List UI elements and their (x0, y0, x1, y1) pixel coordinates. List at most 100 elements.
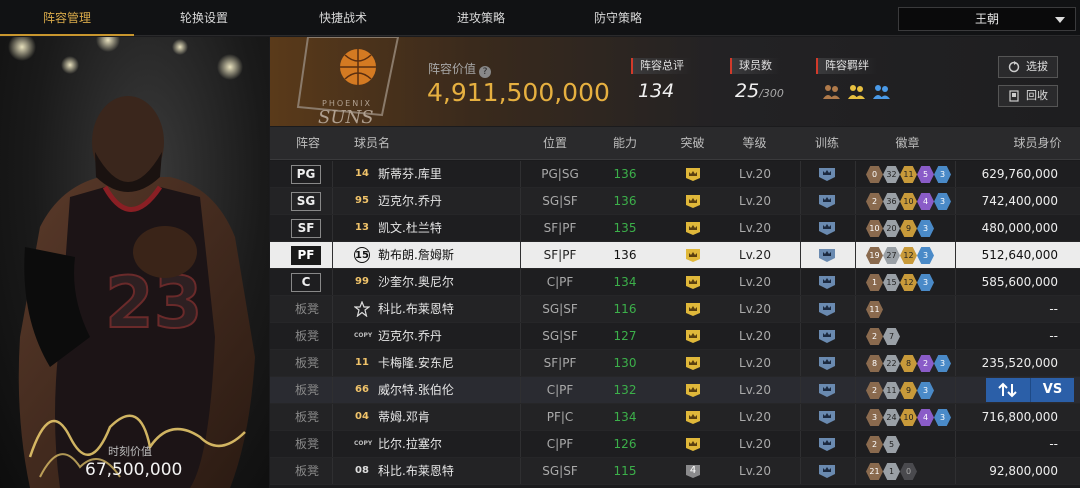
col-level[interactable]: 等级 (727, 127, 782, 160)
training-icon[interactable] (818, 248, 836, 263)
table-row[interactable]: PF 15 勒布朗.詹姆斯 SF|PF 136 Lv.20 19 27 12 3 512,640,0… (270, 242, 1080, 269)
badge-count: 11 (866, 301, 883, 318)
recycle-button[interactable]: 回收 (998, 85, 1058, 107)
col-salary[interactable]: 球员身价 (995, 127, 1080, 160)
bond-icon-blue[interactable] (872, 82, 891, 101)
crown-icon[interactable] (685, 248, 701, 263)
bond-icon-bronze[interactable] (822, 82, 841, 101)
col-lineup[interactable]: 阵容 (286, 127, 330, 160)
training-icon[interactable] (818, 302, 836, 317)
column-divider (520, 431, 521, 457)
crown-icon[interactable] (685, 275, 701, 290)
column-divider (800, 323, 801, 349)
help-icon[interactable]: ? (479, 66, 492, 78)
crown-icon[interactable] (685, 383, 701, 398)
badge-list[interactable]: 27 (866, 328, 900, 345)
badge-count: 3 (917, 220, 934, 237)
crown-icon[interactable] (685, 410, 701, 425)
player-name: 迈克尔.乔丹 (378, 194, 442, 208)
team-select-value: 王朝 (974, 12, 999, 26)
player-name: 威尔特.张伯伦 (378, 383, 454, 397)
badge-count: 22 (883, 355, 900, 372)
column-divider (955, 377, 956, 403)
lineup-rating: 134 (638, 80, 675, 102)
column-divider (855, 188, 856, 214)
col-training[interactable]: 训练 (802, 127, 852, 160)
column-divider (332, 323, 333, 349)
swap-button[interactable] (986, 378, 1030, 402)
col-ability[interactable]: 能力 (600, 127, 650, 160)
badge-count: 3 (917, 247, 934, 264)
table-row[interactable]: 板凳 COPY 比尔.拉塞尔 C|PF 126 Lv.20 2 5 -- (270, 431, 1080, 458)
column-divider (800, 404, 801, 430)
table-row[interactable]: 板凳 66 威尔特.张伯伦 C|PF 132 Lv.20 2 11 9 3 (270, 377, 1080, 404)
table-row[interactable]: PG 14 斯蒂芬.库里 PG|SG 136 Lv.20 0 32 11 5 3 629,760,00… (270, 161, 1080, 188)
player-name: 沙奎尔.奥尼尔 (378, 275, 454, 289)
table-row[interactable]: 板凳 08 科比.布莱恩特 SG|SF 115 4 Lv.20 21 1 0 92,800,000 (270, 458, 1080, 485)
table-row[interactable]: 板凳 04 蒂姆.邓肯 PF|C 134 Lv.20 3 24 10 4 3 716,800,000 (270, 404, 1080, 431)
column-divider (955, 404, 956, 430)
training-icon[interactable] (818, 275, 836, 290)
badge-count: 0 (866, 166, 883, 183)
training-icon[interactable] (818, 194, 836, 209)
table-row[interactable]: 板凳 11 卡梅隆.安东尼 SF|PF 130 Lv.20 8 22 8 2 3 235,520,00… (270, 350, 1080, 377)
badge-list[interactable]: 3 24 10 4 3 (866, 409, 951, 426)
training-icon[interactable] (818, 410, 836, 425)
table-row[interactable]: 板凳 科比.布莱恩特 SG|SF 116 Lv.20 11 -- (270, 296, 1080, 323)
column-divider (955, 215, 956, 241)
crown-icon[interactable] (685, 302, 701, 317)
team-select[interactable]: 王朝 (898, 7, 1076, 31)
vs-button[interactable]: VS (1030, 378, 1074, 402)
tab-lineup[interactable]: 阵容管理 (0, 0, 134, 36)
table-row[interactable]: 板凳 COPY 迈克尔.乔丹 SG|SF 127 Lv.20 2 7 -- (270, 323, 1080, 350)
col-badges[interactable]: 徽章 (875, 127, 940, 160)
badge-count: 24 (883, 409, 900, 426)
player-position: C|PF (546, 383, 574, 397)
badge-count: 11 (900, 166, 917, 183)
pick-button[interactable]: 选拔 (998, 56, 1058, 78)
crown-icon[interactable] (685, 437, 701, 452)
badge-count: 12 (900, 274, 917, 291)
training-icon[interactable] (818, 464, 836, 479)
badge-list[interactable]: 2 11 9 3 (866, 382, 934, 399)
badge-list[interactable]: 8 22 8 2 3 (866, 355, 951, 372)
tab-quick-tactics[interactable]: 快捷战术 (274, 0, 412, 36)
training-icon[interactable] (818, 167, 836, 182)
badge-list[interactable]: 2 36 10 4 3 (866, 193, 951, 210)
crown-icon[interactable] (685, 221, 701, 236)
badge-list[interactable]: 21 1 0 (866, 463, 917, 480)
tab-defense[interactable]: 防守策略 (549, 0, 687, 36)
training-icon[interactable] (818, 329, 836, 344)
crown-icon[interactable] (685, 194, 701, 209)
badge-list[interactable]: 1 15 12 3 (866, 274, 934, 291)
col-position[interactable]: 位置 (525, 127, 585, 160)
bond-icons[interactable] (822, 82, 893, 104)
badge-list[interactable]: 19 27 12 3 (866, 247, 934, 264)
bond-icon-gold[interactable] (847, 82, 866, 101)
tab-offense[interactable]: 进攻策略 (412, 0, 550, 36)
table-row[interactable]: SF 13 凯文.杜兰特 SF|PF 135 Lv.20 10 20 9 3 480,000,000 (270, 215, 1080, 242)
col-breakthrough[interactable]: 突破 (665, 127, 720, 160)
training-icon[interactable] (818, 383, 836, 398)
badge-list[interactable]: 11 (866, 301, 883, 318)
player-salary: 742,400,000 (981, 194, 1058, 208)
player-position: SG|SF (542, 464, 578, 478)
breakthrough-level[interactable]: 4 (685, 464, 701, 479)
lineup-slot: 板凳 (294, 302, 319, 316)
badge-list[interactable]: 10 20 9 3 (866, 220, 934, 237)
badge-list[interactable]: 0 32 11 5 3 (866, 166, 951, 183)
player-portrait[interactable]: 23 时刻价值 67,500,000 (0, 37, 269, 488)
crown-icon[interactable] (685, 167, 701, 182)
table-row[interactable]: SG 95 迈克尔.乔丹 SG|SF 136 Lv.20 2 36 10 4 3 742,400,00… (270, 188, 1080, 215)
crown-icon[interactable] (685, 329, 701, 344)
badge-list[interactable]: 25 (866, 436, 900, 453)
table-row[interactable]: C 99 沙奎尔.奥尼尔 C|PF 134 Lv.20 1 15 12 3 585,600,000 (270, 269, 1080, 296)
training-icon[interactable] (818, 356, 836, 371)
tab-rotation[interactable]: 轮换设置 (135, 0, 273, 36)
training-icon[interactable] (818, 437, 836, 452)
training-icon[interactable] (818, 221, 836, 236)
crown-icon[interactable] (685, 356, 701, 371)
badge-count: 9 (900, 220, 917, 237)
col-name[interactable]: 球员名 (354, 127, 404, 160)
player-level: Lv.20 (739, 329, 771, 343)
